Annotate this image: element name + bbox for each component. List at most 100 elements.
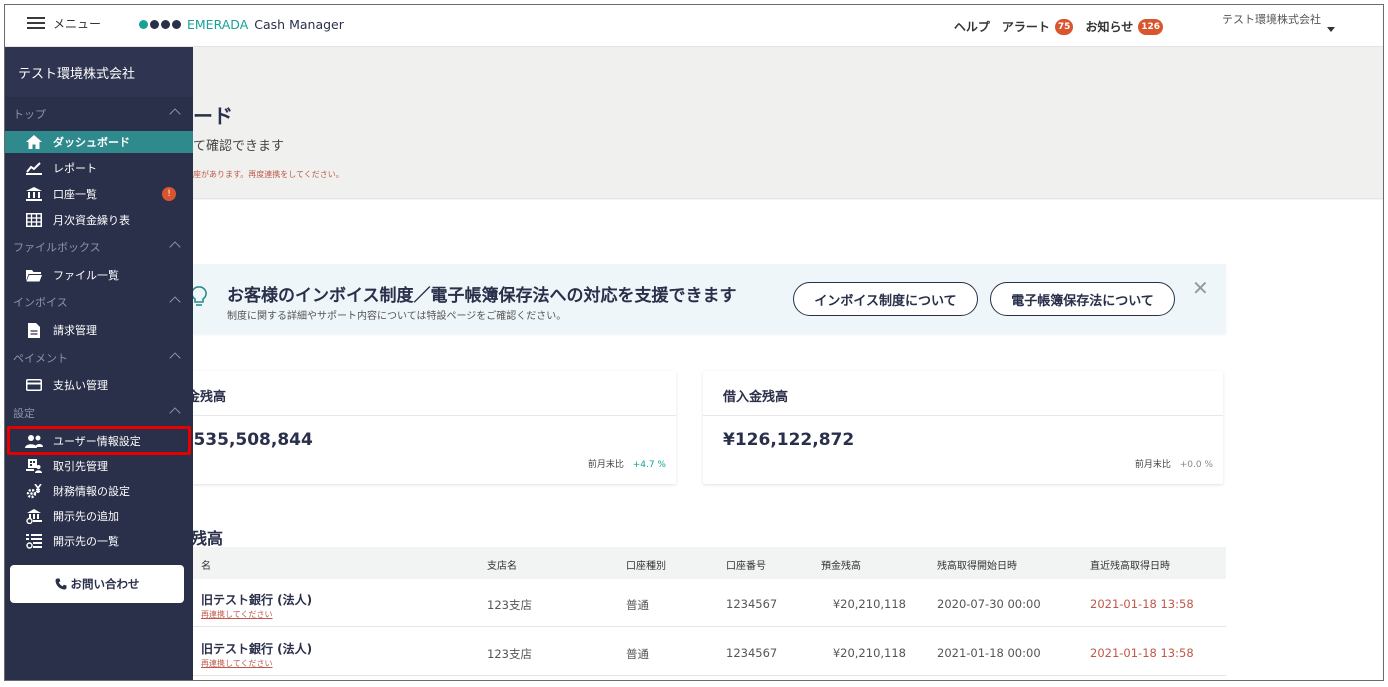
contact-button[interactable]: お問い合わせ	[10, 565, 184, 603]
sidebar-item-label: 支払い管理	[53, 379, 108, 392]
card-amount: ¥126,122,872	[723, 430, 855, 450]
company-dropdown[interactable]: テスト環境株式会社	[1222, 11, 1335, 32]
comparison-value: +4.7 %	[632, 460, 666, 470]
section-label: トップ	[13, 108, 46, 121]
chevron-up-icon	[169, 296, 181, 308]
column-header: 支店名	[487, 561, 517, 572]
branch-cell: 123支店	[487, 647, 532, 661]
brand-name: EMERADA	[187, 17, 249, 32]
column-header: 名	[201, 561, 211, 572]
balance-cell: ¥20,210,118	[832, 646, 906, 660]
notice-label: お知らせ	[1085, 20, 1134, 34]
menu-button[interactable]: メニュー	[27, 15, 101, 32]
sidebar-item-label: 請求管理	[53, 324, 97, 337]
table-row[interactable]: 旧テスト銀行 (法人) 再連携してください 123支店 普通 1234567 ¥…	[181, 628, 1226, 676]
latest-date-cell: 2021-01-18 13:58	[1090, 646, 1194, 660]
section-payment[interactable]: ペイメント	[5, 348, 193, 368]
reconnect-link[interactable]: 再連携してください	[201, 658, 273, 669]
e-book-law-button[interactable]: 電子帳簿保存法について	[990, 282, 1175, 316]
card-comparison: 前月末比 +4.7 %	[588, 457, 666, 470]
card-title: 金残高	[181, 371, 676, 416]
sidebar-item-accounts[interactable]: 口座一覧 !	[5, 183, 193, 205]
sidebar-item-files[interactable]: ファイル一覧	[5, 264, 193, 286]
sidebar-item-finance-settings[interactable]: 財務情報の設定	[5, 480, 193, 502]
section-label: ファイルボックス	[13, 241, 101, 254]
card-amount: ,535,508,844	[187, 430, 313, 450]
menu-label: メニュー	[53, 17, 102, 31]
caret-down-icon	[1327, 27, 1335, 32]
sidebar-item-add-disclosure[interactable]: 開示先の追加	[5, 505, 193, 527]
bank-name: 旧テスト銀行 (法人)	[201, 593, 313, 607]
sidebar-item-cashflow[interactable]: 月次資金繰り表	[5, 209, 193, 231]
comparison-label: 前月末比	[1134, 460, 1171, 470]
reconnect-link[interactable]: 再連携してください	[201, 609, 273, 620]
section-settings[interactable]: 設定	[5, 403, 193, 423]
sidebar-item-payment[interactable]: 支払い管理	[5, 374, 193, 396]
start-date-cell: 2021-01-18 00:00	[937, 646, 1041, 660]
sidebar-item-label: ダッシュボード	[53, 136, 130, 149]
phone-icon	[55, 578, 66, 590]
sidebar-item-label: 開示先の追加	[53, 510, 119, 523]
comparison-label: 前月末比	[587, 460, 624, 470]
main-content: ード て確認できます 座があります。再度連携をしてください。 お客様のインボイス…	[5, 47, 1383, 680]
lightbulb-icon	[191, 286, 207, 306]
home-icon	[25, 134, 43, 150]
sidebar-item-label: 月次資金繰り表	[53, 214, 130, 227]
sidebar-item-user-settings[interactable]: ユーザー情報設定	[5, 430, 193, 452]
section-top[interactable]: トップ	[5, 104, 193, 124]
top-bar: メニュー EMERADA Cash Manager ヘルプ アラート 75 お知…	[5, 5, 1383, 47]
invoice-info-button[interactable]: インボイス制度について	[793, 282, 978, 316]
number-cell: 1234567	[726, 597, 778, 611]
chevron-up-icon	[169, 407, 181, 419]
info-banner: お客様のインボイス制度／電子帳簿保存法への対応を支援できます 制度に関する詳細や…	[181, 264, 1226, 334]
alert-link[interactable]: アラート 75	[1002, 18, 1074, 35]
bank-icon	[25, 186, 43, 202]
company-name: テスト環境株式会社	[1222, 13, 1321, 26]
sidebar-item-label: ファイル一覧	[53, 269, 119, 282]
close-icon[interactable]: ✕	[1192, 278, 1209, 298]
table-row[interactable]: 旧テスト銀行 (法人) 再連携してください 123支店 普通 1234567 ¥…	[181, 579, 1226, 627]
sidebar-item-report[interactable]: レポート	[5, 157, 193, 179]
card-comparison: 前月末比 +0.0 %	[1135, 457, 1213, 470]
chevron-up-icon	[169, 241, 181, 253]
partner-icon	[25, 458, 43, 474]
comparison-value: +0.0 %	[1179, 460, 1213, 470]
finance-settings-icon	[25, 483, 43, 499]
loan-balance-card: 借入金残高 ¥126,122,872 前月末比 +0.0 %	[703, 371, 1223, 484]
disclosure-list-icon	[25, 533, 43, 549]
sidebar-item-label: レポート	[53, 162, 97, 175]
column-header: 預金残高	[821, 561, 861, 572]
start-date-cell: 2020-07-30 00:00	[937, 597, 1041, 611]
sidebar-item-billing[interactable]: 請求管理	[5, 319, 193, 341]
chevron-up-icon	[169, 352, 181, 364]
section-invoice[interactable]: インボイス	[5, 292, 193, 312]
chart-icon	[25, 160, 43, 176]
sidebar-menu: テスト環境株式会社 トップ ダッシュボード レポート 口座一覧 ! 月次資金繰り…	[5, 47, 193, 680]
help-link[interactable]: ヘルプ	[954, 18, 990, 35]
balance-cell: ¥20,210,118	[832, 597, 906, 611]
document-icon	[25, 322, 43, 338]
alert-count-badge: 75	[1054, 18, 1074, 35]
header-nav: ヘルプ アラート 75 お知らせ 126	[954, 18, 1163, 35]
brand-product: Cash Manager	[254, 17, 344, 32]
sidebar-item-dashboard[interactable]: ダッシュボード	[5, 131, 193, 153]
contact-label: お問い合わせ	[70, 577, 140, 591]
column-header: 残高取得開始日時	[937, 561, 1017, 572]
notice-count-badge: 126	[1138, 18, 1163, 35]
type-cell: 普通	[626, 647, 649, 661]
chevron-up-icon	[169, 108, 181, 120]
latest-date-cell: 2021-01-18 13:58	[1090, 597, 1194, 611]
sidebar-item-disclosure-list[interactable]: 開示先の一覧	[5, 530, 193, 552]
branch-cell: 123支店	[487, 598, 532, 612]
section-label: インボイス	[13, 296, 68, 309]
section-title: 残高	[191, 529, 224, 548]
column-header: 口座種別	[626, 561, 666, 572]
brand-logo[interactable]: EMERADA Cash Manager	[139, 17, 344, 32]
column-header: 口座番号	[726, 561, 766, 572]
table-icon	[25, 212, 43, 228]
notice-link[interactable]: お知らせ 126	[1085, 18, 1163, 35]
section-filebox[interactable]: ファイルボックス	[5, 237, 193, 257]
folder-icon	[25, 267, 43, 283]
sidebar-item-partners[interactable]: 取引先管理	[5, 455, 193, 477]
column-header: 直近残高取得日時	[1090, 561, 1170, 572]
